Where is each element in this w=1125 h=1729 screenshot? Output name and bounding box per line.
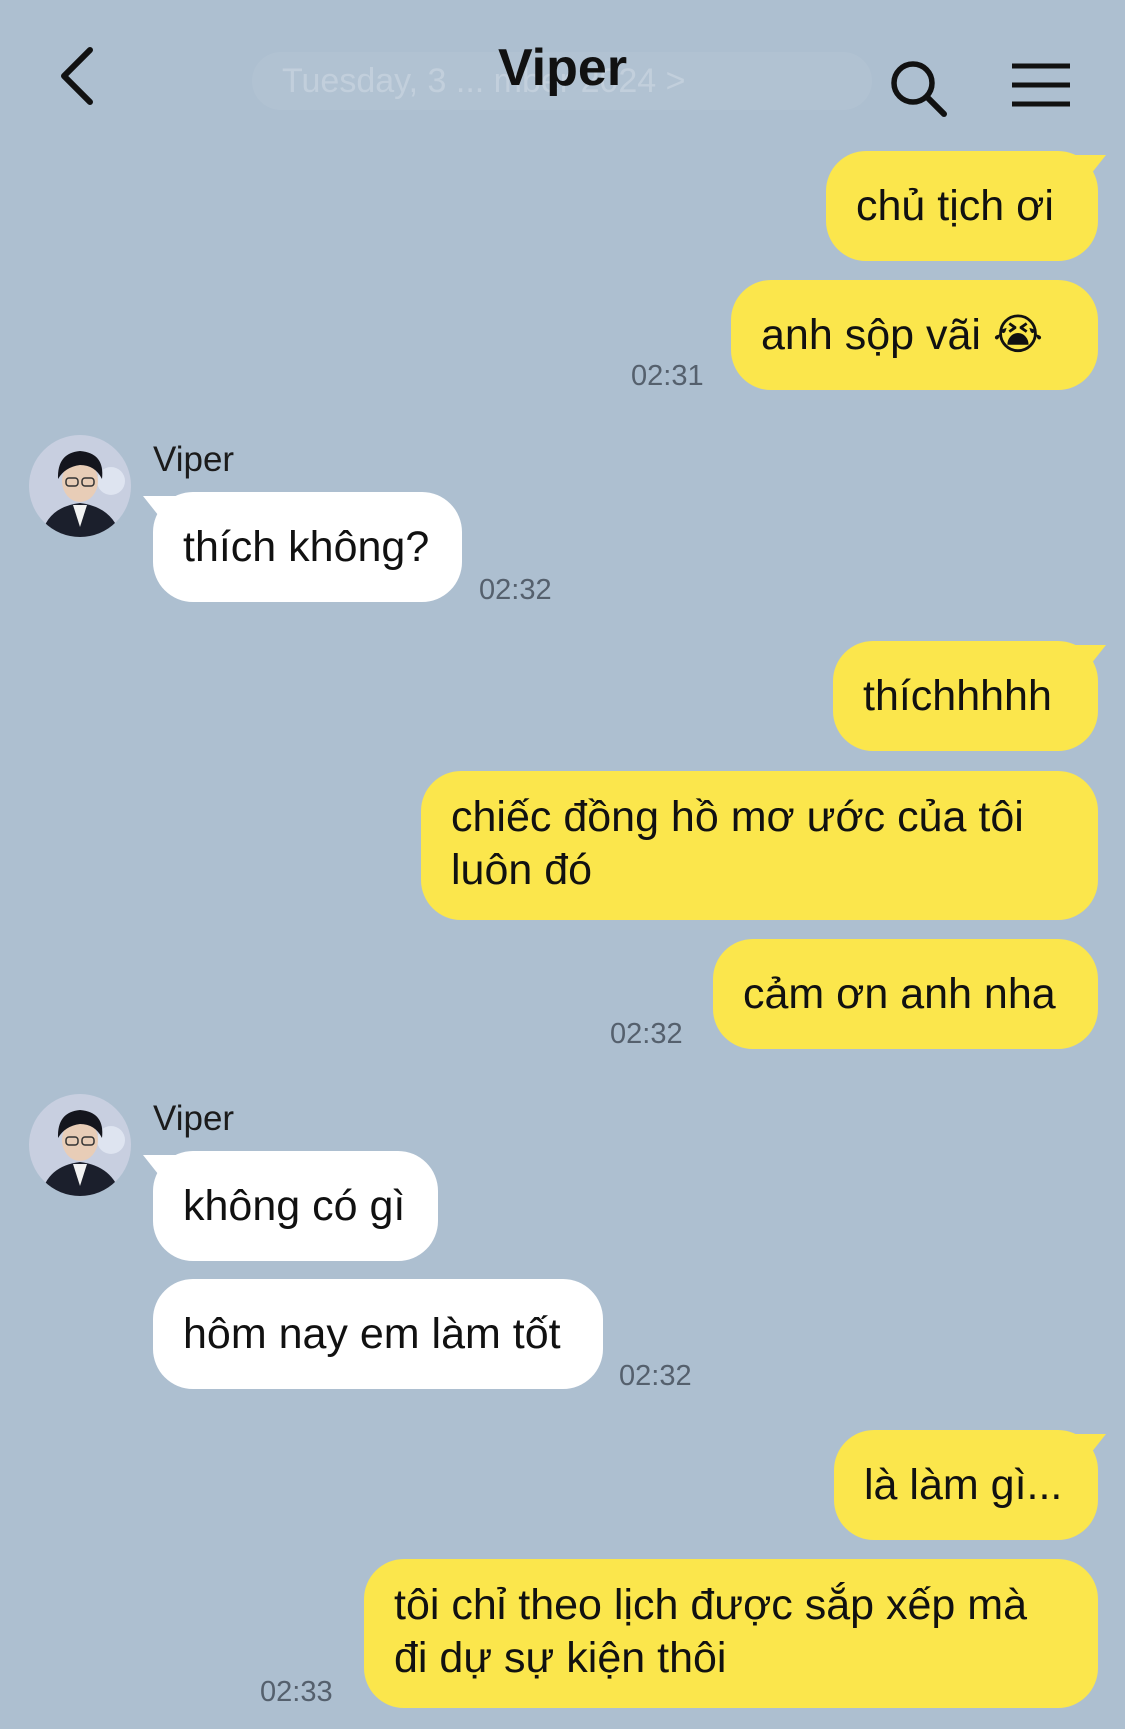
their-message-bubble[interactable]: thích không?: [153, 492, 462, 602]
their-message-bubble[interactable]: không có gì: [153, 1151, 438, 1261]
sender-name: Viper: [153, 440, 235, 479]
chat-header: Tuesday, 3 ... mber 2024 > Viper: [0, 0, 1125, 150]
message-timestamp: 02:31: [631, 360, 704, 392]
their-message-bubble[interactable]: hôm nay em làm tốt: [153, 1279, 603, 1389]
hamburger-menu-icon[interactable]: [1010, 62, 1072, 108]
message-timestamp: 02:32: [479, 574, 552, 606]
message-timestamp: 02:32: [619, 1360, 692, 1392]
my-message-bubble[interactable]: là làm gì...: [834, 1430, 1098, 1540]
avatar[interactable]: [29, 1094, 131, 1196]
my-message-bubble[interactable]: tôi chỉ theo lịch được sắp xếp mà đi dự …: [364, 1559, 1098, 1708]
my-message-bubble[interactable]: chiếc đồng hồ mơ ước của tôi luôn đó: [421, 771, 1098, 920]
sender-name: Viper: [153, 1099, 235, 1138]
my-message-bubble[interactable]: cảm ơn anh nha: [713, 939, 1098, 1049]
avatar[interactable]: [29, 435, 131, 537]
search-icon[interactable]: [888, 58, 948, 118]
my-message-bubble[interactable]: anh sộp vãi 😭: [731, 280, 1098, 390]
page-title: Viper: [497, 39, 628, 97]
message-timestamp: 02:32: [610, 1018, 683, 1050]
my-message-bubble[interactable]: chủ tịch ơi: [826, 151, 1098, 261]
message-timestamp: 02:33: [260, 1676, 333, 1708]
my-message-bubble[interactable]: thíchhhhh: [833, 641, 1098, 751]
